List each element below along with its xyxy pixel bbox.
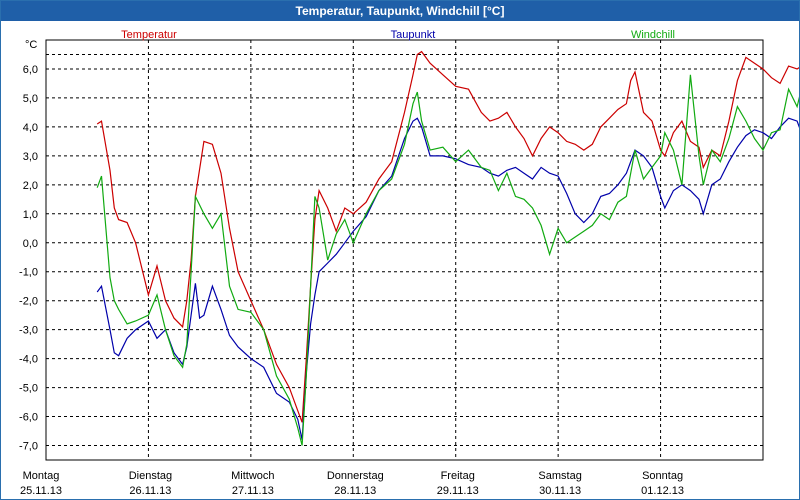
x-tick-day: Samstag: [538, 470, 581, 482]
y-tick-label: -3,0: [19, 325, 38, 337]
x-tick-date: 25.11.13: [20, 485, 62, 497]
x-tick: Montag 25.11.13: [20, 470, 62, 497]
y-tick-label: -6,0: [19, 412, 38, 424]
x-axis: Montag 25.11.13 Dienstag 26.11.13 Mittwoch 27…: [20, 470, 684, 497]
legend-temperatur: Temperatur: [121, 29, 177, 41]
x-tick-day: Montag: [23, 470, 60, 482]
x-tick: Freitag 29.11.13: [437, 470, 479, 497]
y-axis: 6,0 5,0 4,0 3,0 2,0 1,0 0,0 -1,0 -2,0 -3,0 -4,0 -5,…: [19, 64, 38, 453]
y-tick-label: -1,0: [19, 267, 38, 279]
y-tick-label: 2,0: [23, 180, 38, 192]
x-tick-day: Sonntag: [642, 470, 683, 482]
x-tick-date: 26.11.13: [129, 485, 171, 497]
y-tick-label: 0,0: [23, 238, 38, 250]
chart-title: Temperatur, Taupunkt, Windchill [°C]: [1, 1, 799, 21]
x-tick-date: 01.12.13: [641, 485, 684, 497]
y-tick-label: -2,0: [19, 296, 38, 308]
x-tick: Sonntag 01.12.13: [641, 470, 684, 497]
y-tick-label: 5,0: [23, 93, 38, 105]
x-tick-day: Donnerstag: [327, 470, 384, 482]
x-tick: Mittwoch 27.11.13: [231, 470, 274, 497]
series-line-taupunkt: [96, 117, 799, 440]
y-tick-label: 4,0: [23, 122, 38, 134]
x-tick-day: Dienstag: [129, 470, 172, 482]
grid: [46, 40, 763, 460]
x-tick-date: 28.11.13: [334, 485, 376, 497]
x-tick-date: 29.11.13: [437, 485, 479, 497]
series-lines: [96, 50, 799, 446]
x-tick-date: 30.11.13: [539, 485, 581, 497]
x-tick: Dienstag 26.11.13: [129, 470, 172, 497]
series-line-windchill: [96, 74, 799, 446]
y-tick-label: 6,0: [23, 64, 38, 76]
x-tick-date: 27.11.13: [232, 485, 274, 497]
legend: Temperatur Taupunkt Windchill: [121, 29, 675, 41]
chart-window: Temperatur, Taupunkt, Windchill [°C] 6,0…: [0, 0, 800, 500]
line-chart: 6,0 5,0 4,0 3,0 2,0 1,0 0,0 -1,0 -2,0 -3,0 -4,0 -5,…: [19, 29, 799, 497]
y-tick-label: -5,0: [19, 383, 38, 395]
legend-taupunkt: Taupunkt: [391, 29, 436, 41]
x-tick-day: Freitag: [441, 470, 475, 482]
x-tick: Samstag 30.11.13: [538, 470, 581, 497]
y-tick-label: -7,0: [19, 441, 38, 453]
y-tick-label: 1,0: [23, 209, 38, 221]
y-tick-label: 3,0: [23, 151, 38, 163]
x-tick: Donnerstag 28.11.13: [327, 470, 384, 497]
y-tick-label: -4,0: [19, 354, 38, 366]
x-tick-day: Mittwoch: [231, 470, 274, 482]
plot-border: [45, 39, 764, 461]
y-axis-unit: °C: [25, 39, 37, 51]
legend-windchill: Windchill: [631, 29, 675, 41]
